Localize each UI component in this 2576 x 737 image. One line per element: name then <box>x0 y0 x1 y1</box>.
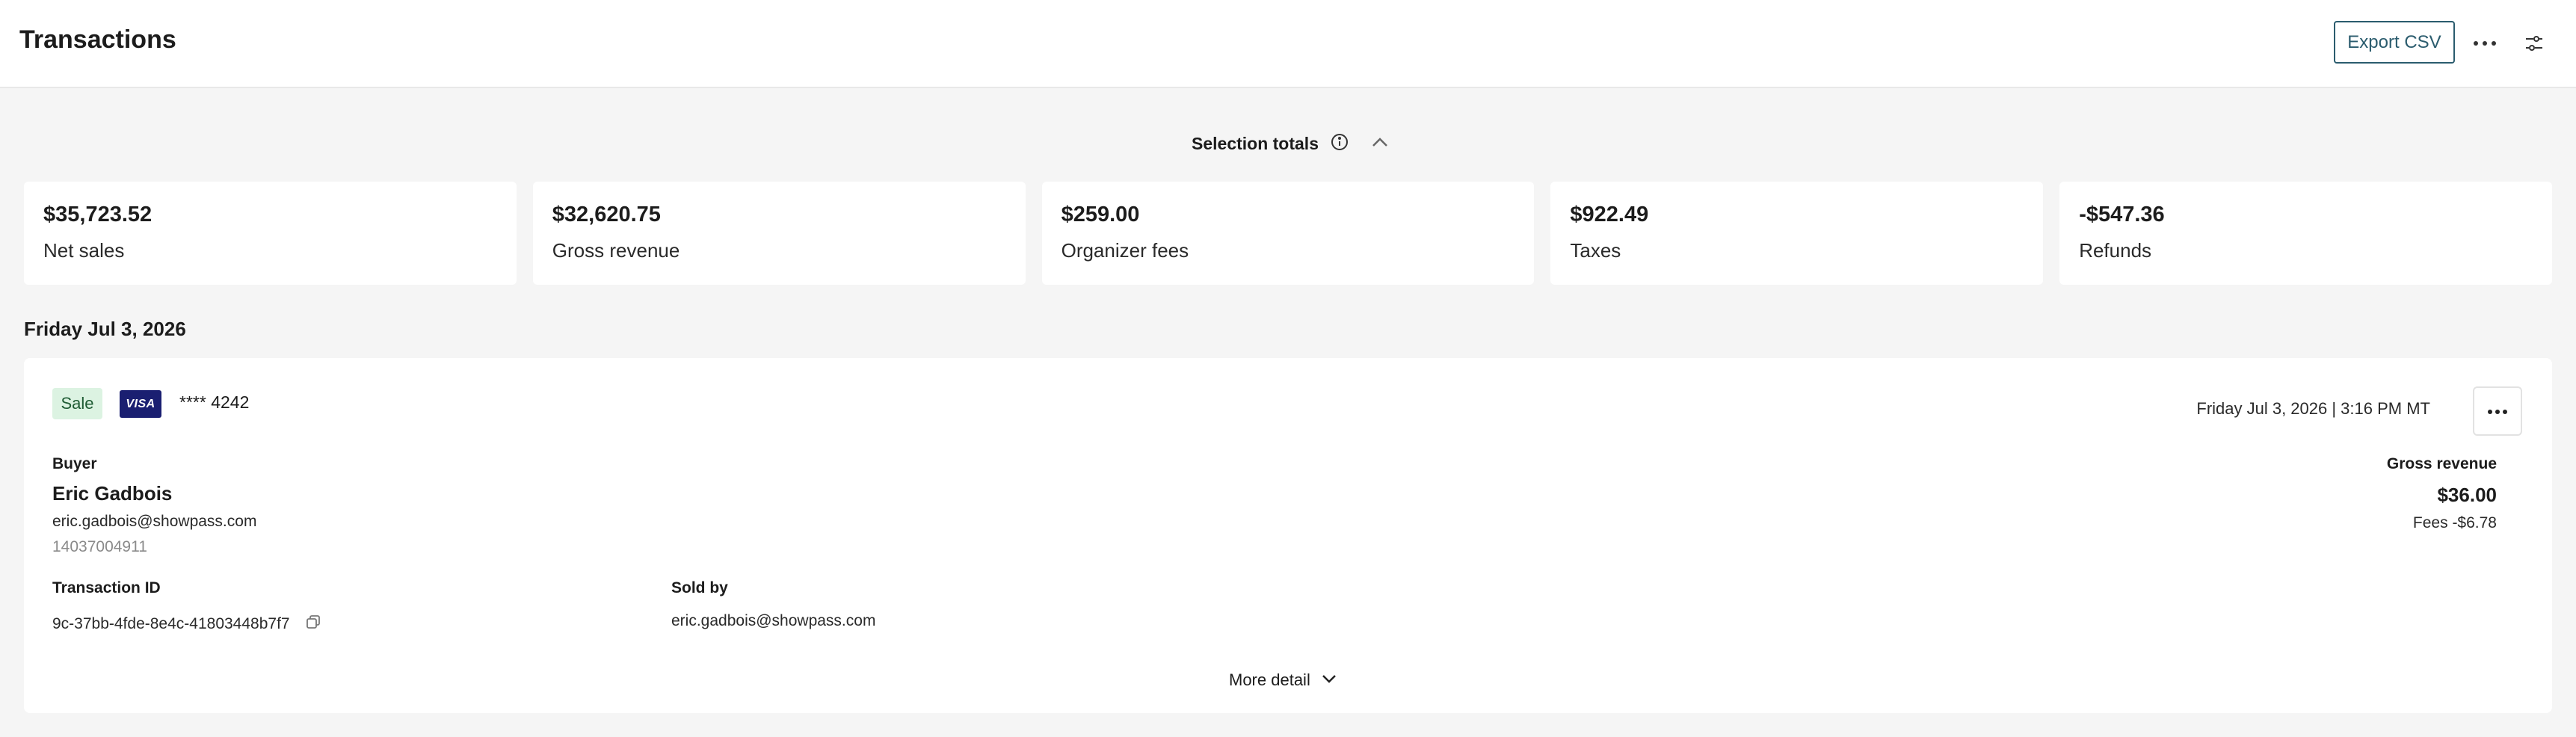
date-group-heading: Friday Jul 3, 2026 <box>24 318 186 340</box>
sold-by-value: eric.gadbois@showpass.com <box>671 612 876 629</box>
transaction-more-button[interactable] <box>2473 386 2522 436</box>
card-value: -$547.36 <box>2079 203 2165 226</box>
card-label: Net sales <box>43 239 125 262</box>
gross-revenue-card: $32,620.75 Gross revenue <box>532 182 1026 285</box>
card-label: Refunds <box>2079 239 2152 262</box>
card-value: $32,620.75 <box>552 203 661 226</box>
chevron-up-icon[interactable] <box>1371 136 1389 152</box>
organizer-fees-card: $259.00 Organizer fees <box>1041 182 1535 285</box>
card-value: $259.00 <box>1061 203 1140 226</box>
buyer-email: eric.gadbois@showpass.com <box>52 513 257 530</box>
page-title: Transactions <box>19 25 176 54</box>
transaction-id-info: Transaction ID 9c-37bb-4fde-8e4c-4180344… <box>52 579 321 634</box>
card-value: $35,723.52 <box>43 203 152 226</box>
sold-by-info: Sold by eric.gadbois@showpass.com <box>671 579 875 630</box>
more-detail-label: More detail <box>1229 670 1310 689</box>
filter-settings-icon[interactable] <box>2518 27 2551 60</box>
transaction-card: Sale VISA **** 4242 Friday Jul 3, 2026 |… <box>24 358 2552 713</box>
info-icon[interactable] <box>1331 133 1349 155</box>
buyer-info: Buyer Eric Gadbois eric.gadbois@showpass… <box>52 455 256 556</box>
more-detail-toggle[interactable]: More detail <box>1229 670 1337 690</box>
transaction-id-label: Transaction ID <box>52 579 161 596</box>
buyer-phone: 14037004911 <box>52 538 147 555</box>
taxes-card: $922.49 Taxes <box>1550 182 2044 285</box>
refunds-card: -$547.36 Refunds <box>2059 182 2552 285</box>
fees-amount: Fees -$6.78 <box>2412 514 2497 531</box>
buyer-name: Eric Gadbois <box>52 482 173 505</box>
more-horizontal-icon <box>2487 406 2508 417</box>
gross-revenue-info: Gross revenue $36.00 Fees -$6.78 <box>2387 455 2497 532</box>
selection-totals-cards: $35,723.52 Net sales $32,620.75 Gross re… <box>24 182 2552 285</box>
sold-by-label: Sold by <box>671 579 728 596</box>
transaction-id-value: 9c-37bb-4fde-8e4c-41803448b7f7 <box>52 614 290 632</box>
buyer-label: Buyer <box>52 455 97 472</box>
card-label: Gross revenue <box>552 239 680 262</box>
transaction-datetime: Friday Jul 3, 2026 | 3:16 PM MT <box>2196 399 2430 418</box>
page-header: Transactions Export CSV <box>0 0 2576 88</box>
card-value: $922.49 <box>1570 203 1649 226</box>
gross-revenue-amount: $36.00 <box>2437 484 2497 506</box>
chevron-down-icon <box>1321 673 1337 688</box>
selection-totals-toggle[interactable]: Selection totals <box>1192 129 1389 158</box>
copy-icon[interactable] <box>305 614 321 634</box>
card-last4: **** 4242 <box>179 392 250 412</box>
card-label: Organizer fees <box>1061 239 1189 262</box>
more-horizontal-icon[interactable] <box>2468 27 2501 60</box>
net-sales-card: $35,723.52 Net sales <box>24 182 517 285</box>
sale-badge: Sale <box>52 388 102 419</box>
visa-card-icon: VISA <box>120 390 161 418</box>
card-label: Taxes <box>1570 239 1621 262</box>
export-csv-button[interactable]: Export CSV <box>2334 21 2455 64</box>
gross-revenue-label: Gross revenue <box>2386 455 2497 472</box>
selection-totals-label: Selection totals <box>1192 133 1319 153</box>
